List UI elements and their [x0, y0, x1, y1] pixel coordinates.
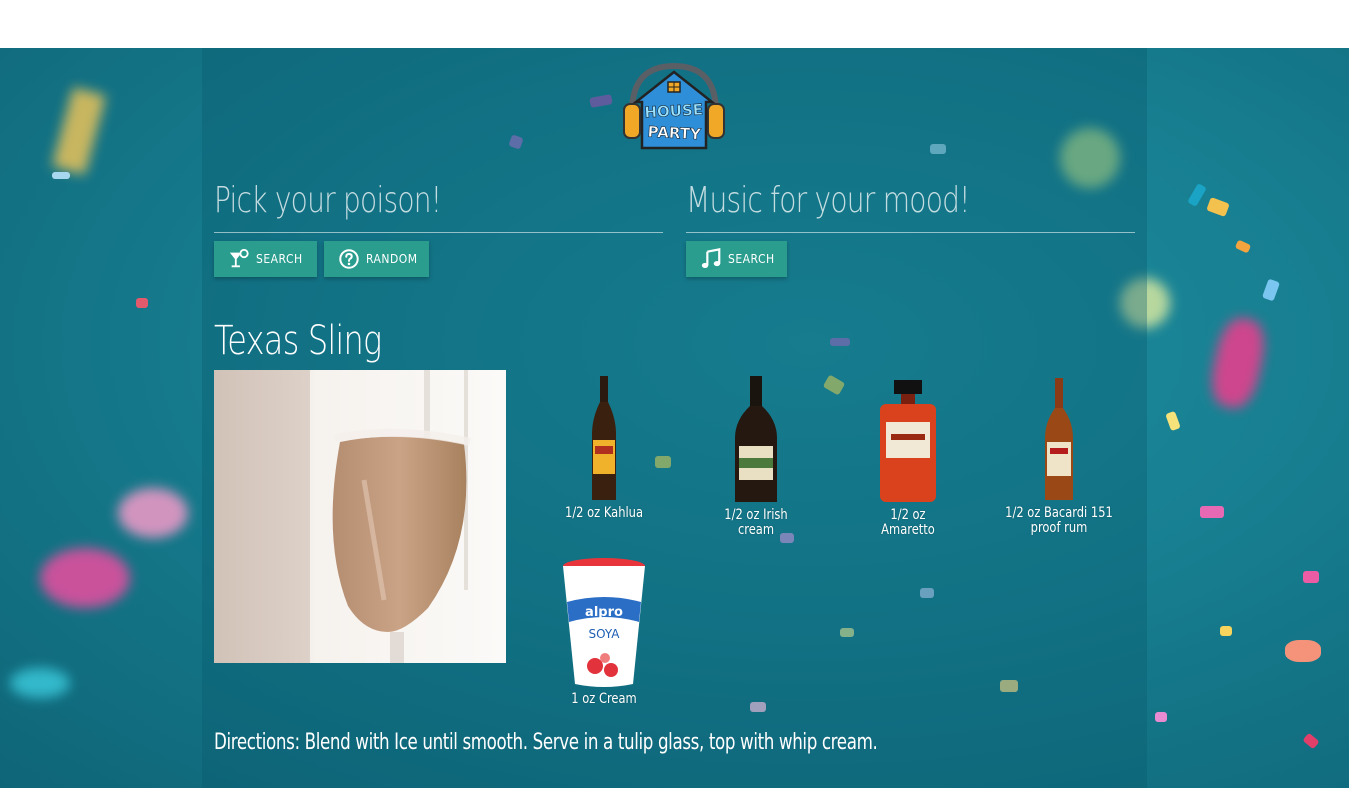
- ingredient-item: alpro SOYA 1 oz Cream: [552, 556, 656, 707]
- question-circle-icon: [339, 249, 359, 269]
- music-section-title: Music for your mood!: [686, 180, 970, 221]
- drink-search-label: search: [256, 252, 303, 266]
- bacardi-bottle-icon: [1045, 378, 1073, 500]
- cocktail-icon: [229, 248, 249, 268]
- ingredient-caption: 1/2 oz Bacardi 151 proof rum: [1005, 505, 1113, 536]
- ingredient-caption: 1/2 oz Kahlua: [565, 505, 643, 521]
- disaronno-bottle-icon: [880, 380, 936, 502]
- cream-cup-icon: alpro SOYA: [563, 558, 645, 687]
- ingredient-item: 1/2 oz Kahlua: [552, 374, 656, 521]
- drinks-section-title: Pick your poison!: [214, 180, 442, 221]
- random-drink-button[interactable]: random: [324, 241, 429, 277]
- house-party-logo[interactable]: HOUSE PARTY: [622, 58, 726, 152]
- random-drink-label: random: [366, 252, 418, 266]
- svg-text:alpro: alpro: [585, 605, 623, 620]
- baileys-bottle-icon: [735, 376, 777, 502]
- ingredient-item: 1/2 oz Bacardi 151 proof rum: [990, 376, 1128, 536]
- drink-search-button[interactable]: search: [214, 241, 317, 277]
- music-note-icon: [701, 248, 721, 268]
- svg-text:HOUSE: HOUSE: [644, 100, 703, 121]
- svg-text:SOYA: SOYA: [588, 627, 620, 641]
- kahlua-bottle-icon: [592, 376, 616, 500]
- music-search-button[interactable]: search: [686, 241, 787, 277]
- top-bar: [0, 0, 1349, 48]
- ingredient-item: 1/2 oz Amaretto: [856, 378, 960, 538]
- drink-photo: [214, 370, 506, 663]
- music-divider: [686, 232, 1135, 233]
- ingredient-caption: 1/2 oz Irish cream: [724, 507, 788, 538]
- drink-name: Texas Sling: [214, 318, 382, 364]
- drinks-divider: [214, 232, 663, 233]
- music-search-label: search: [728, 252, 775, 266]
- ingredient-item: 1/2 oz Irish cream: [702, 374, 810, 538]
- drink-directions: Directions: Blend with Ice until smooth.…: [214, 730, 878, 755]
- svg-text:PARTY: PARTY: [647, 123, 702, 144]
- ingredient-caption: 1 oz Cream: [571, 691, 637, 707]
- ingredient-caption: 1/2 oz Amaretto: [881, 507, 935, 538]
